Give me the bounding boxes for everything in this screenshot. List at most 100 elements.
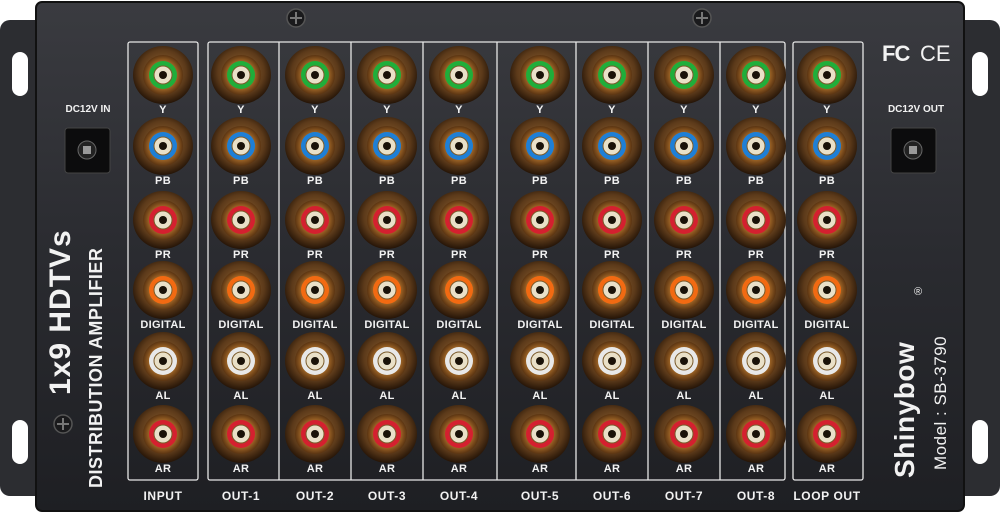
- jack-label: AR: [450, 463, 468, 475]
- jack-label: Y: [311, 104, 319, 116]
- jack-label: Y: [608, 104, 616, 116]
- rca-jack-out-6-digital[interactable]: [582, 261, 642, 319]
- rca-jack-out-1-pb[interactable]: [211, 117, 271, 175]
- jack-label: DIGITAL: [218, 319, 264, 331]
- rca-jack-out-1-pr[interactable]: [211, 191, 271, 249]
- rca-jack-loop-out-digital[interactable]: [797, 261, 857, 319]
- jack-label: DIGITAL: [436, 319, 482, 331]
- jack-label: AR: [603, 463, 621, 475]
- rca-jack-out-8-digital[interactable]: [726, 261, 786, 319]
- rca-jack-loop-out-al[interactable]: [797, 332, 857, 390]
- rca-jack-out-7-ar[interactable]: [654, 405, 714, 463]
- model-number: Model : SB-3790: [931, 335, 950, 470]
- rca-jack-out-8-pb[interactable]: [726, 117, 786, 175]
- rca-jack-out-3-pb[interactable]: [357, 117, 417, 175]
- rca-jack-out-7-digital[interactable]: [654, 261, 714, 319]
- jack-label: DIGITAL: [661, 319, 707, 331]
- rca-jack-out-7-pb[interactable]: [654, 117, 714, 175]
- rca-jack-input-ar[interactable]: [133, 405, 193, 463]
- product-subtitle: DISTRIBUTION AMPLIFIER: [86, 247, 106, 488]
- rca-jack-out-4-al[interactable]: [429, 332, 489, 390]
- jack-label: PB: [532, 175, 548, 187]
- rca-jack-out-5-pr[interactable]: [510, 191, 570, 249]
- jack-label: AR: [378, 463, 396, 475]
- rca-jack-loop-out-y[interactable]: [797, 46, 857, 104]
- device-photo: 1x9 HDTVs DISTRIBUTION AMPLIFIER Shinybo…: [0, 0, 1000, 513]
- rca-jack-out-8-al[interactable]: [726, 332, 786, 390]
- rca-jack-input-al[interactable]: [133, 332, 193, 390]
- rca-jack-out-4-pr[interactable]: [429, 191, 489, 249]
- rca-jack-out-2-pb[interactable]: [285, 117, 345, 175]
- rca-jack-loop-out-ar[interactable]: [797, 405, 857, 463]
- rca-jack-out-3-y[interactable]: [357, 46, 417, 104]
- rca-jack-out-6-al[interactable]: [582, 332, 642, 390]
- registered-mark: ®: [914, 286, 923, 298]
- jack-label: PR: [676, 249, 692, 261]
- fcc-mark: FC: [882, 41, 910, 66]
- rca-jack-out-5-digital[interactable]: [510, 261, 570, 319]
- rca-jack-out-3-digital[interactable]: [357, 261, 417, 319]
- rca-jack-out-6-ar[interactable]: [582, 405, 642, 463]
- rca-jack-out-6-pr[interactable]: [582, 191, 642, 249]
- rca-jack-out-2-y[interactable]: [285, 46, 345, 104]
- jack-label: PB: [676, 175, 692, 187]
- jack-label: Y: [823, 104, 831, 116]
- rca-jack-out-1-ar[interactable]: [211, 405, 271, 463]
- jack-label: DIGITAL: [804, 319, 850, 331]
- rca-jack-out-2-pr[interactable]: [285, 191, 345, 249]
- rca-jack-input-pb[interactable]: [133, 117, 193, 175]
- rca-jack-out-4-ar[interactable]: [429, 405, 489, 463]
- rca-jack-out-8-y[interactable]: [726, 46, 786, 104]
- rca-jack-out-7-pr[interactable]: [654, 191, 714, 249]
- dc-power-output-jack[interactable]: [890, 127, 937, 174]
- rca-jack-out-6-pb[interactable]: [582, 117, 642, 175]
- rca-jack-out-4-digital[interactable]: [429, 261, 489, 319]
- amplifier-front-panel: [0, 1, 1000, 512]
- jack-label: DIGITAL: [364, 319, 410, 331]
- column-label: INPUT: [143, 489, 183, 503]
- rca-jack-loop-out-pb[interactable]: [797, 117, 857, 175]
- rca-jack-out-5-y[interactable]: [510, 46, 570, 104]
- rca-jack-out-5-ar[interactable]: [510, 405, 570, 463]
- jack-label: AL: [604, 390, 620, 402]
- rca-jack-out-2-digital[interactable]: [285, 261, 345, 319]
- rca-jack-out-2-al[interactable]: [285, 332, 345, 390]
- jack-label: Y: [752, 104, 760, 116]
- rca-jack-out-3-al[interactable]: [357, 332, 417, 390]
- jack-label: PB: [819, 175, 835, 187]
- jack-label: Y: [536, 104, 544, 116]
- rca-jack-out-4-pb[interactable]: [429, 117, 489, 175]
- rca-jack-input-pr[interactable]: [133, 191, 193, 249]
- rca-jack-out-1-digital[interactable]: [211, 261, 271, 319]
- rca-jack-out-3-ar[interactable]: [357, 405, 417, 463]
- rca-jack-out-4-y[interactable]: [429, 46, 489, 104]
- jack-label: AL: [676, 390, 692, 402]
- jack-label: AR: [675, 463, 693, 475]
- rca-jack-input-digital[interactable]: [133, 261, 193, 319]
- rca-jack-loop-out-pr[interactable]: [797, 191, 857, 249]
- jack-label: DIGITAL: [292, 319, 338, 331]
- rca-jack-out-1-al[interactable]: [211, 332, 271, 390]
- dc-power-input-jack[interactable]: [64, 127, 111, 174]
- brand-name: Shinybow: [889, 341, 920, 478]
- rca-jack-out-6-y[interactable]: [582, 46, 642, 104]
- rca-jack-out-3-pr[interactable]: [357, 191, 417, 249]
- jack-label: AL: [155, 390, 171, 402]
- jack-label: AR: [818, 463, 836, 475]
- ce-mark: CE: [920, 41, 951, 66]
- jack-label: PB: [604, 175, 620, 187]
- product-title: 1x9 HDTVs: [44, 229, 77, 395]
- rca-jack-out-5-al[interactable]: [510, 332, 570, 390]
- rca-jack-out-7-al[interactable]: [654, 332, 714, 390]
- jack-label: AL: [233, 390, 249, 402]
- rca-jack-out-8-ar[interactable]: [726, 405, 786, 463]
- rca-jack-out-2-ar[interactable]: [285, 405, 345, 463]
- rca-jack-out-8-pr[interactable]: [726, 191, 786, 249]
- column-label: OUT-6: [592, 489, 632, 503]
- rca-jack-input-y[interactable]: [133, 46, 193, 104]
- mount-slot-icon: [12, 52, 28, 96]
- rca-jack-out-5-pb[interactable]: [510, 117, 570, 175]
- rca-jack-out-7-y[interactable]: [654, 46, 714, 104]
- rca-jack-out-1-y[interactable]: [211, 46, 271, 104]
- dc-in-label: DC12V IN: [65, 104, 111, 115]
